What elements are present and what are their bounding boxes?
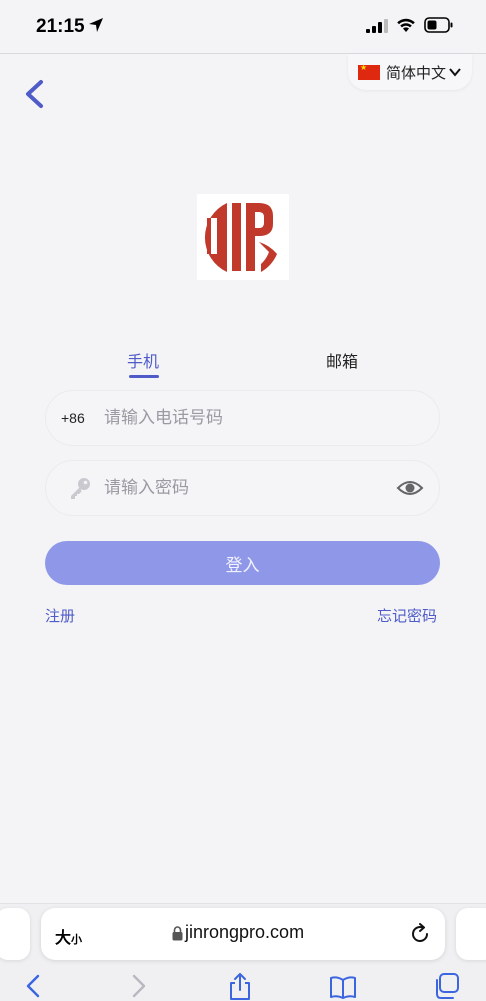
status-time: 21:15 xyxy=(36,16,85,37)
text-size-big: 大 xyxy=(55,928,72,947)
reload-icon[interactable] xyxy=(409,923,431,945)
tabs-icon[interactable] xyxy=(432,972,460,1000)
language-label: 简体中文 xyxy=(386,63,447,82)
bookmarks-icon[interactable] xyxy=(329,972,357,1000)
text-size-small: 小 xyxy=(71,933,83,946)
browser-back-icon[interactable] xyxy=(20,972,48,1000)
text-size-button[interactable]: 大小 xyxy=(55,924,82,948)
location-arrow-icon xyxy=(89,18,103,32)
password-input[interactable] xyxy=(104,461,384,515)
register-link[interactable]: 注册 xyxy=(45,605,75,626)
cellular-signal-icon xyxy=(366,19,388,33)
status-bar: 21:15 xyxy=(0,0,486,54)
key-icon xyxy=(71,478,90,499)
brand-logo xyxy=(197,194,289,280)
tab-active-indicator xyxy=(129,375,159,378)
chevron-left-icon[interactable] xyxy=(22,78,46,110)
password-field xyxy=(45,460,440,516)
previous-tab-card[interactable] xyxy=(0,908,30,960)
url-text[interactable]: jinrongpro.com xyxy=(185,922,304,943)
address-bar[interactable]: 大小 jinrongpro.com xyxy=(41,908,445,960)
wifi-icon xyxy=(397,18,415,32)
tab-email[interactable]: 邮箱 xyxy=(326,348,358,372)
share-icon[interactable] xyxy=(226,972,254,1000)
browser-forward-icon[interactable] xyxy=(124,972,152,1000)
phone-field: +86 xyxy=(45,390,440,446)
phone-input[interactable] xyxy=(104,391,424,445)
china-flag-icon xyxy=(358,63,380,80)
login-button[interactable]: 登入 xyxy=(45,541,440,585)
forgot-password-link[interactable]: 忘记密码 xyxy=(377,605,437,626)
next-tab-card[interactable] xyxy=(456,908,486,960)
eye-icon[interactable] xyxy=(396,477,424,499)
tab-phone[interactable]: 手机 xyxy=(127,348,159,372)
country-code[interactable]: +86 xyxy=(61,410,85,426)
lock-icon xyxy=(172,926,183,941)
battery-icon xyxy=(424,17,453,33)
chevron-down-icon xyxy=(449,68,461,77)
language-selector[interactable]: 简体中文 xyxy=(348,54,472,90)
